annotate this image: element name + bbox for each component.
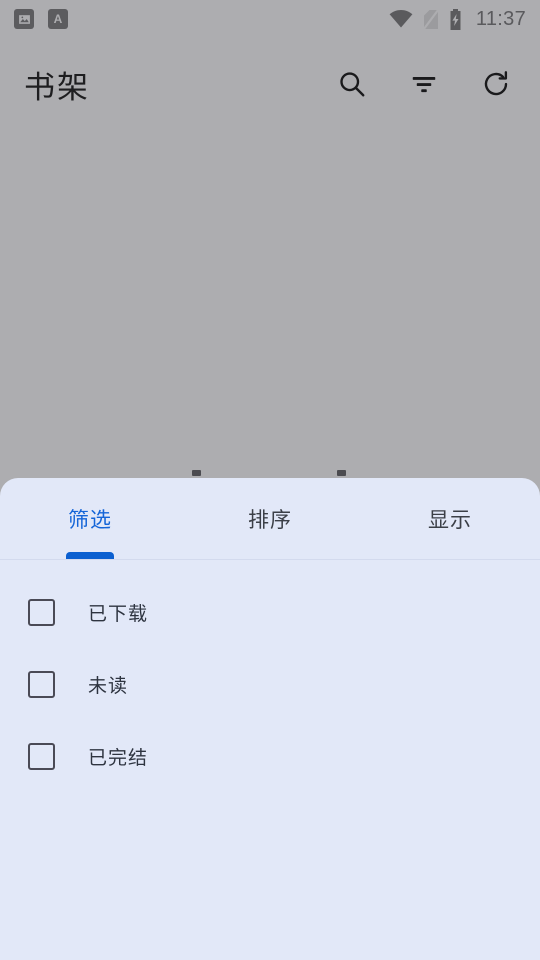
app-bar: 书架 bbox=[0, 38, 540, 130]
translate-notification-letter: A bbox=[53, 12, 63, 26]
bottom-sheet-tab-bar: 筛选 排序 显示 bbox=[0, 478, 540, 560]
translate-notification-icon: A bbox=[48, 9, 68, 29]
tab-sort[interactable]: 排序 bbox=[180, 478, 360, 559]
checkbox-unread[interactable] bbox=[28, 670, 55, 698]
checkbox-completed[interactable] bbox=[28, 742, 55, 770]
search-button[interactable] bbox=[330, 62, 374, 106]
filter-icon bbox=[409, 69, 439, 99]
filter-row-completed[interactable]: 已完结 bbox=[0, 720, 540, 792]
obscured-content-mark bbox=[337, 470, 346, 476]
filter-button[interactable] bbox=[402, 62, 446, 106]
no-sim-icon bbox=[422, 8, 439, 30]
app-bar-actions bbox=[330, 62, 518, 106]
filter-row-downloaded[interactable]: 已下载 bbox=[0, 576, 540, 648]
refresh-button[interactable] bbox=[474, 62, 518, 106]
wifi-icon bbox=[389, 10, 413, 28]
battery-charging-icon bbox=[449, 8, 462, 30]
checkbox-downloaded[interactable] bbox=[28, 598, 55, 626]
search-icon bbox=[337, 69, 367, 99]
status-bar-clock: 11:37 bbox=[475, 7, 526, 30]
tab-sort-label: 排序 bbox=[248, 508, 292, 532]
filter-row-unread[interactable]: 未读 bbox=[0, 648, 540, 720]
tab-display-label: 显示 bbox=[428, 508, 472, 532]
refresh-icon bbox=[481, 69, 511, 99]
obscured-content-mark bbox=[192, 470, 201, 476]
tab-filter-label: 筛选 bbox=[68, 508, 112, 532]
filter-options-list: 已下载 未读 已完结 bbox=[0, 560, 540, 792]
tab-filter[interactable]: 筛选 bbox=[0, 478, 180, 559]
filter-label-unread: 未读 bbox=[88, 675, 129, 697]
filter-bottom-sheet: 筛选 排序 显示 已下载 未读 已完结 bbox=[0, 478, 540, 960]
status-bar: A 11:37 bbox=[0, 0, 540, 38]
status-bar-notifications: A bbox=[14, 9, 68, 29]
page-title: 书架 bbox=[24, 69, 90, 105]
status-bar-system-icons: 11:37 bbox=[389, 8, 526, 31]
tab-display[interactable]: 显示 bbox=[360, 478, 540, 559]
filter-label-downloaded: 已下载 bbox=[88, 603, 149, 625]
tab-active-indicator bbox=[66, 552, 114, 559]
image-notification-icon bbox=[14, 9, 34, 29]
phone-screen: A 11:37 书架 筛选 排序 显示 已下载 未读 已完结 bbox=[0, 0, 540, 960]
filter-label-completed: 已完结 bbox=[88, 747, 149, 769]
scrim-overlay[interactable] bbox=[0, 130, 540, 480]
